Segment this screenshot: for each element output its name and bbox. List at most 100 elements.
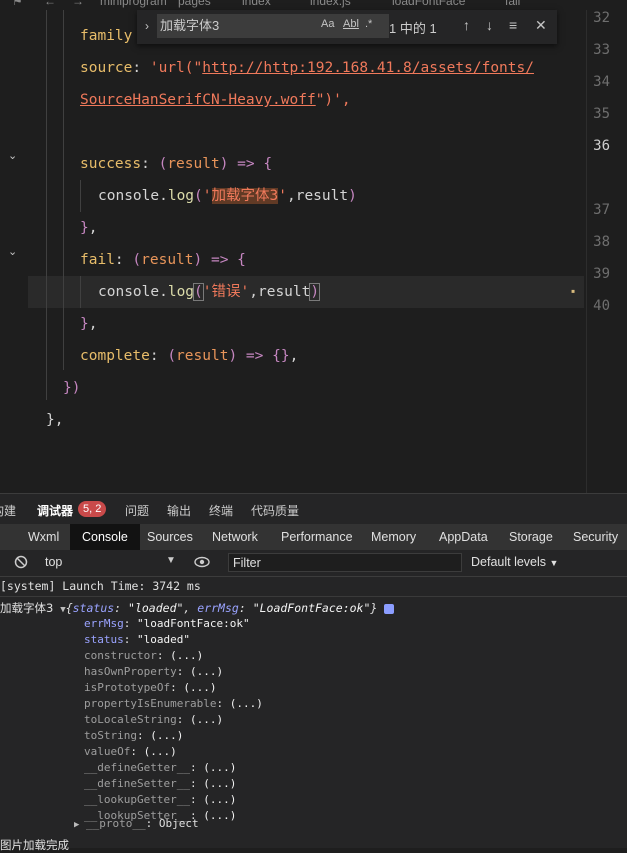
code-editor[interactable]: ⌄ ⌄ family source: 'url("http://http:192… (0, 10, 627, 493)
object-property-row: toLocaleString: (...) (84, 713, 224, 726)
url-link[interactable]: http://http:192.168.41.8/assets/fonts/ (202, 60, 534, 76)
indent-guide (63, 10, 64, 370)
log-levels-select[interactable]: Default levels ▼ (471, 555, 558, 569)
error-count-badge: 5, 2 (78, 501, 107, 517)
code-line-source-cont: SourceHanSerifCN-Heavy.woff")', (80, 92, 351, 108)
info-icon[interactable] (384, 603, 395, 614)
tab-memory[interactable]: Memory (371, 524, 416, 550)
property-value[interactable]: (...) (203, 777, 236, 790)
property-value[interactable]: (...) (203, 793, 236, 806)
object-property-row: isPrototypeOf: (...) (84, 681, 217, 694)
proto-row[interactable]: ▶ __proto__: Object (74, 817, 199, 830)
line-number: 32 (593, 10, 610, 26)
property-value[interactable]: (...) (150, 729, 183, 742)
breadcrumb-item[interactable]: pages (178, 0, 211, 8)
back-arrow-icon[interactable]: ← (44, 0, 56, 8)
fold-chevron-icon[interactable]: ⌄ (8, 245, 17, 258)
clear-console-icon[interactable] (14, 555, 28, 569)
tab-build[interactable]: 构建 (0, 502, 16, 519)
property-key: errMsg (84, 617, 124, 630)
tab-code-quality[interactable]: 代码质量 (251, 502, 299, 519)
chevron-down-icon: ▼ (549, 558, 559, 568)
property-key: __defineSetter__ (84, 777, 190, 790)
property-key: propertyIsEnumerable (84, 697, 217, 710)
breadcrumb-item[interactable]: miniprogram (100, 0, 167, 8)
find-widget[interactable]: › 加载字体3 Aa Abl .* 1 中的 1 ↑ ↓ ≡ ✕ (137, 10, 557, 44)
tab-performance[interactable]: Performance (281, 524, 353, 550)
chevron-down-icon[interactable]: ▼ (166, 555, 176, 566)
breadcrumb-item[interactable]: index (242, 0, 271, 8)
devtools-panel-tabs: Wxml Console Sources Network Performance… (0, 524, 627, 550)
console-log-launch: [system] Launch Time: 3742 ms (0, 579, 201, 593)
regex-icon[interactable]: .* (365, 18, 372, 30)
object-property-row: hasOwnProperty: (...) (84, 665, 224, 678)
tab-wxml[interactable]: Wxml (28, 524, 59, 550)
line-number: 40 (593, 298, 610, 314)
find-result-count: 1 中的 1 (389, 21, 437, 36)
tab-debugger[interactable]: 调试器 (37, 502, 73, 519)
tab-security[interactable]: Security (573, 524, 618, 550)
expand-triangle-icon[interactable]: ▶ (74, 820, 79, 830)
code-line-family: family (80, 28, 133, 44)
match-case-icon[interactable]: Aa (321, 18, 334, 30)
code-action-icon[interactable]: ▪ (571, 284, 575, 298)
tab-terminal[interactable]: 终端 (209, 502, 233, 519)
url-link[interactable]: SourceHanSerifCN-Heavy.woff (80, 92, 316, 108)
tab-sources[interactable]: Sources (147, 524, 193, 550)
fold-gutter: ⌄ ⌄ (0, 10, 28, 493)
code-line-success-log: console.log('加载字体3',result) (98, 188, 357, 204)
tab-output[interactable]: 输出 (167, 502, 191, 519)
console-toolbar: top ▼ Filter Default levels ▼ (0, 550, 627, 577)
tab-console[interactable]: Console (70, 524, 140, 550)
whole-word-icon[interactable]: Abl (343, 18, 359, 30)
bookmark-icon[interactable]: ⚑ (12, 0, 23, 8)
tab-issues[interactable]: 问题 (125, 502, 149, 519)
close-icon[interactable]: ✕ (535, 17, 547, 34)
tab-appdata[interactable]: AppData (439, 524, 488, 550)
object-property-row: errMsg: "loadFontFace:ok" (84, 617, 250, 630)
property-key: isPrototypeOf (84, 681, 171, 694)
breadcrumb-item[interactable]: index.js (310, 0, 351, 8)
breadcrumb-item[interactable]: fail (505, 0, 520, 8)
property-value[interactable]: (...) (190, 665, 223, 678)
property-key: __lookupGetter__ (84, 793, 190, 806)
fold-chevron-icon[interactable]: ⌄ (8, 149, 17, 162)
devtools-panel: 构建 调试器 5, 2 问题 输出 终端 代码质量 Wxml Console S… (0, 493, 627, 852)
code-line-complete: complete: (result) => {}, (80, 348, 299, 364)
line-number: 38 (593, 234, 610, 250)
object-property-row: __lookupGetter__: (...) (84, 793, 237, 806)
line-number: 37 (593, 202, 610, 218)
property-value[interactable]: (...) (144, 745, 177, 758)
property-value[interactable]: (...) (230, 697, 263, 710)
toggle-replace-chevron-icon[interactable]: › (145, 19, 149, 33)
code-line-fail-log: console.log('错误',result) (98, 283, 321, 301)
next-match-icon[interactable]: ↓ (486, 17, 493, 33)
code-line-close: }, (80, 220, 98, 236)
property-value[interactable]: (...) (190, 713, 223, 726)
line-number-gutter: 32 33 34 35 36 37 38 39 40 (586, 10, 627, 493)
forward-arrow-icon[interactable]: → (72, 0, 84, 8)
code-line-source: source: 'url("http://http:192.168.41.8/a… (80, 60, 534, 76)
line-number-active: 36 (593, 138, 610, 154)
property-value[interactable]: (...) (203, 809, 236, 822)
code-line-fail: fail: (result) => { (80, 252, 246, 268)
property-value[interactable]: (...) (203, 761, 236, 774)
console-output: [system] Launch Time: 3742 ms 加载字体3 ▼{st… (0, 577, 627, 852)
filter-input[interactable]: Filter (228, 553, 462, 572)
line-number: 33 (593, 42, 610, 58)
property-value[interactable]: (...) (183, 681, 216, 694)
previous-match-icon[interactable]: ↑ (463, 17, 470, 33)
tab-storage[interactable]: Storage (509, 524, 553, 550)
property-key: status (84, 633, 124, 646)
line-number: 35 (593, 106, 610, 122)
object-property-row: valueOf: (...) (84, 745, 177, 758)
tab-network[interactable]: Network (212, 524, 258, 550)
property-key: __defineGetter__ (84, 761, 190, 774)
object-property-row: constructor: (...) (84, 649, 204, 662)
find-in-selection-icon[interactable]: ≡ (509, 17, 517, 33)
eye-icon[interactable] (194, 555, 210, 569)
property-value[interactable]: (...) (170, 649, 203, 662)
context-select[interactable]: top (45, 555, 62, 569)
object-property-row: __defineSetter__: (...) (84, 777, 237, 790)
breadcrumb-item[interactable]: loadFontFace (392, 0, 465, 8)
